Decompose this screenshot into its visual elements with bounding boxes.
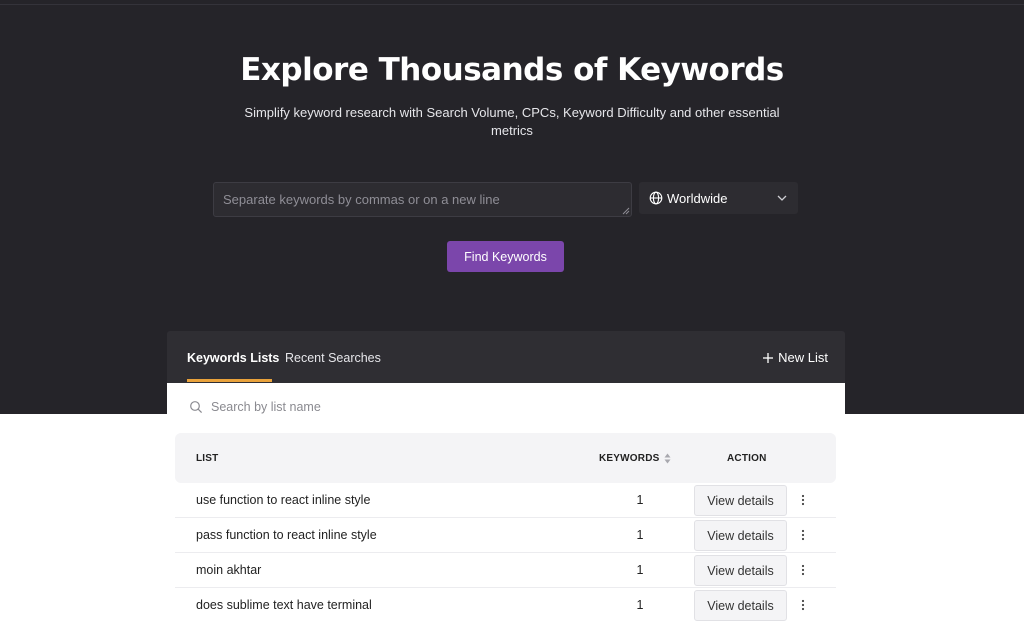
top-divider (0, 4, 1024, 5)
view-details-button[interactable]: View details (694, 555, 787, 586)
lists-panel-body: LIST KEYWORDS ACTION use function to rea… (167, 383, 845, 622)
keyword-count: 1 (636, 528, 644, 542)
plus-icon (763, 352, 774, 363)
column-keywords-label: KEYWORDS (599, 453, 660, 464)
more-options-icon[interactable] (799, 598, 807, 612)
view-details-button[interactable]: View details (694, 590, 787, 621)
new-list-label: New List (778, 350, 828, 365)
list-name: moin akhtar (196, 563, 262, 577)
list-name: does sublime text have terminal (196, 598, 372, 612)
more-options-icon[interactable] (799, 528, 807, 542)
keyword-count: 1 (636, 598, 644, 612)
region-select[interactable]: Worldwide (639, 182, 798, 214)
table-header: LIST KEYWORDS ACTION (175, 433, 836, 483)
page-title: Explore Thousands of Keywords (240, 52, 784, 88)
page-subtitle: Simplify keyword research with Search Vo… (244, 105, 780, 138)
more-options-icon[interactable] (799, 563, 807, 577)
tab-keywords-lists[interactable]: Keywords Lists (187, 351, 279, 365)
table-row: use function to react inline style 1 Vie… (175, 483, 836, 518)
view-details-button[interactable]: View details (694, 485, 787, 516)
keywords-input[interactable] (213, 182, 632, 217)
table-row: pass function to react inline style 1 Vi… (175, 518, 836, 553)
find-keywords-button[interactable]: Find Keywords (447, 241, 564, 272)
lists-panel-header: Keywords Lists Recent Searches New List (167, 331, 845, 383)
column-keywords[interactable]: KEYWORDS (599, 453, 671, 464)
globe-icon (649, 191, 663, 205)
tab-recent-searches[interactable]: Recent Searches (285, 351, 381, 365)
table-row: moin akhtar 1 View details (175, 553, 836, 588)
list-name: pass function to react inline style (196, 528, 377, 542)
list-search (189, 400, 511, 414)
region-value: Worldwide (667, 190, 728, 206)
view-details-button[interactable]: View details (694, 520, 787, 551)
chevron-down-icon (777, 195, 787, 201)
more-options-icon[interactable] (799, 493, 807, 507)
active-tab-indicator (187, 379, 272, 382)
list-search-input[interactable] (211, 400, 511, 414)
table-row: does sublime text have terminal 1 View d… (175, 588, 836, 622)
sort-icon (664, 453, 670, 464)
list-name: use function to react inline style (196, 493, 371, 507)
new-list-button[interactable]: New List (762, 350, 828, 365)
search-icon (190, 401, 203, 414)
keyword-count: 1 (636, 493, 644, 507)
column-list: LIST (196, 453, 219, 464)
keyword-count: 1 (636, 563, 644, 577)
column-action: ACTION (727, 453, 767, 464)
